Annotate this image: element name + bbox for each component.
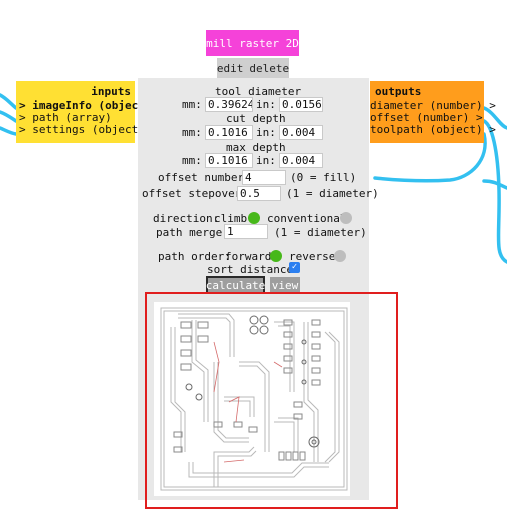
offset-number-hint: (0 = fill)	[290, 171, 357, 184]
path-merge-hint: (1 = diameter)	[274, 226, 367, 239]
sort-distance-label: sort distance:	[207, 263, 300, 276]
input-settings[interactable]: > settings (object)	[16, 124, 145, 136]
module-title[interactable]: mill raster 2D	[206, 30, 299, 56]
offset-stepover-hint: (1 = diameter)	[286, 187, 379, 200]
offset-stepover-label: offset stepover:	[142, 187, 248, 200]
path-order-forward-radio[interactable]	[270, 250, 282, 262]
offset-number-input[interactable]: 4	[242, 170, 286, 185]
tool-diameter-mm-input[interactable]: 0.39624	[205, 97, 253, 112]
direction-conventional-radio[interactable]	[340, 212, 352, 224]
max-depth-in-input[interactable]: 0.004	[279, 153, 323, 168]
module-actions: edit delete	[217, 58, 289, 78]
path-merge-input[interactable]: 1	[224, 224, 268, 239]
max-depth-in-label: in:	[256, 154, 276, 167]
cut-depth-in-label: in:	[256, 126, 276, 139]
output-toolpath[interactable]: toolpath (object) >	[370, 124, 496, 136]
offset-stepover-input[interactable]: 0.5	[237, 186, 281, 201]
path-order-reverse-radio[interactable]	[334, 250, 346, 262]
inputs-panel: inputs > imageInfo (object) > path (arra…	[16, 81, 151, 143]
outputs-panel: outputs diameter (number) > offset (numb…	[370, 81, 496, 143]
tool-diameter-mm-label: mm:	[182, 98, 202, 111]
edit-button[interactable]: edit	[217, 62, 244, 75]
path-order-label: path order:	[158, 250, 231, 263]
max-depth-mm-input[interactable]: 0.1016	[205, 153, 253, 168]
view-button[interactable]: view	[270, 277, 300, 293]
highlight-box	[145, 292, 398, 509]
direction-label: direction:	[153, 212, 220, 225]
max-depth-mm-label: mm:	[182, 154, 202, 167]
cut-depth-in-input[interactable]: 0.004	[279, 125, 323, 140]
direction-conventional-label: conventional	[267, 212, 347, 225]
tool-diameter-in-label: in:	[256, 98, 276, 111]
inputs-header: inputs	[91, 85, 131, 98]
cut-depth-mm-label: mm:	[182, 126, 202, 139]
delete-button[interactable]: delete	[249, 62, 289, 75]
cut-depth-mm-input[interactable]: 0.1016	[205, 125, 253, 140]
tool-diameter-in-input[interactable]: 0.0156	[279, 97, 323, 112]
direction-climb-radio[interactable]	[248, 212, 260, 224]
path-merge-label: path merge:	[156, 226, 229, 239]
cut-depth-label: cut depth	[226, 112, 286, 125]
offset-number-label: offset number:	[158, 171, 251, 184]
path-order-forward-label: forward	[225, 250, 272, 263]
outputs-header: outputs	[375, 85, 422, 98]
sort-distance-checkbox[interactable]: ✓	[289, 262, 300, 273]
